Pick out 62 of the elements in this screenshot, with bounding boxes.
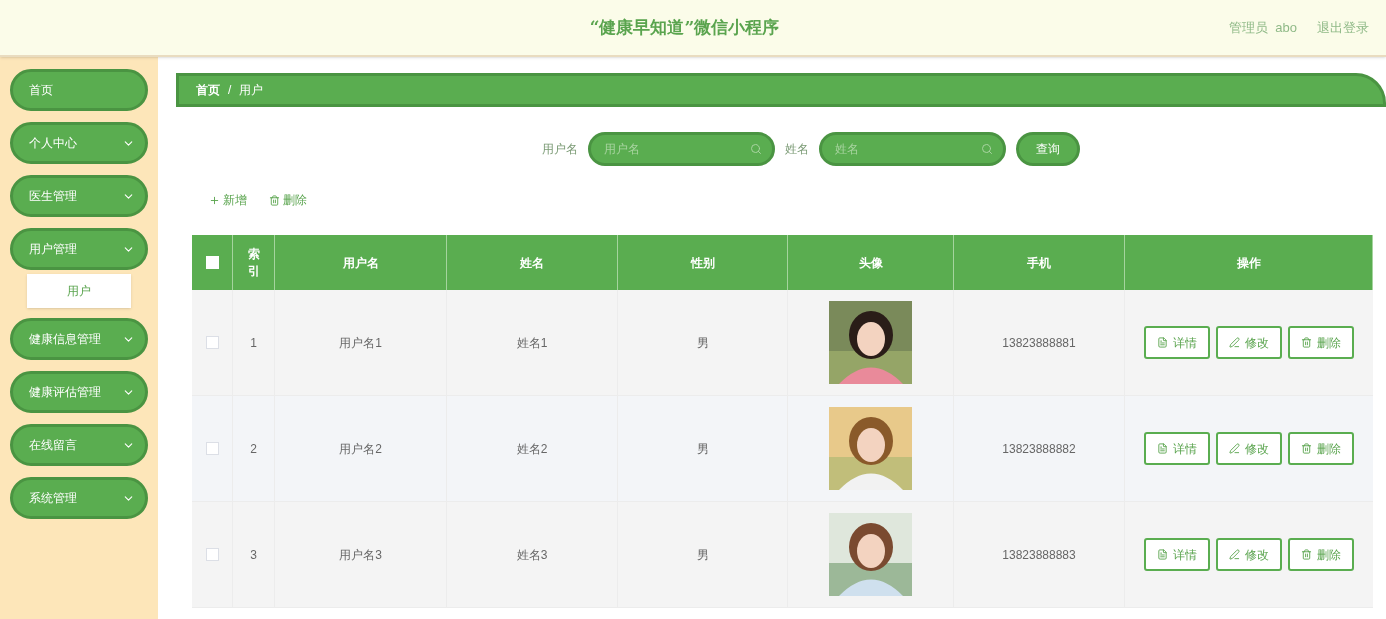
table-cell-text: 1 bbox=[250, 334, 257, 352]
plus-icon bbox=[209, 194, 220, 206]
table-cell-text: 13823888883 bbox=[1002, 546, 1076, 564]
search-icon bbox=[750, 143, 762, 155]
sidebar-item[interactable]: 在线留言 bbox=[10, 424, 148, 466]
breadcrumb-item[interactable]: 首页 bbox=[196, 81, 220, 99]
table-cell-text: 用户名3 bbox=[339, 546, 382, 564]
separator: / bbox=[228, 82, 232, 99]
detail-button[interactable]: 详情 bbox=[1144, 432, 1210, 465]
checkbox[interactable] bbox=[205, 548, 219, 561]
sidebar-item[interactable]: 医生管理 bbox=[10, 175, 148, 217]
delete-button[interactable]: 删除 bbox=[1288, 538, 1354, 571]
delete-button[interactable]: 删除 bbox=[269, 191, 307, 209]
search-icon bbox=[981, 143, 993, 155]
sidebar-item[interactable]: 个人中心 bbox=[10, 122, 148, 164]
table-cell-text: 姓名1 bbox=[516, 334, 548, 352]
field-label: 姓名 bbox=[785, 141, 809, 158]
trash-icon bbox=[1301, 443, 1312, 454]
table-cell-text: 男 bbox=[696, 546, 709, 564]
sidebar-item[interactable]: 首页 bbox=[10, 69, 148, 111]
trash-icon bbox=[1301, 549, 1312, 560]
trash-icon bbox=[1301, 337, 1312, 348]
sidebar-item[interactable]: 系统管理 bbox=[10, 477, 148, 519]
add-button[interactable]: 新增 bbox=[209, 191, 247, 209]
edit-button[interactable]: 修改 bbox=[1216, 432, 1282, 465]
sidebar-item[interactable]: 用户管理 bbox=[10, 228, 148, 270]
app-title: “健康早知道”微信小程序 bbox=[589, 15, 780, 39]
table-cell-text: 男 bbox=[696, 440, 709, 458]
logout-link[interactable]: 退出登录 bbox=[1317, 17, 1369, 38]
sidebar-item[interactable]: 健康信息管理 bbox=[10, 318, 148, 360]
query-button[interactable]: 查询 bbox=[1016, 132, 1080, 166]
table-cell-text: 13823888881 bbox=[1002, 334, 1076, 352]
document-icon bbox=[1157, 443, 1168, 454]
table-cell-text: 2 bbox=[250, 440, 257, 458]
search-field[interactable]: 用户名 bbox=[588, 132, 775, 166]
field-label: 用户名 bbox=[542, 141, 578, 158]
edit-button[interactable]: 修改 bbox=[1216, 538, 1282, 571]
table-cell-text: 姓名2 bbox=[516, 440, 548, 458]
checkbox[interactable] bbox=[205, 442, 219, 455]
table-cell-text: 用户名2 bbox=[339, 440, 382, 458]
table-cell-text: 3 bbox=[250, 546, 257, 564]
delete-button[interactable]: 删除 bbox=[1288, 326, 1354, 359]
pen-icon bbox=[1229, 549, 1240, 560]
table-cell-text: 男 bbox=[696, 334, 709, 352]
user-label: 管理员 abo bbox=[1228, 18, 1297, 37]
sidebar-item[interactable]: 健康评估管理 bbox=[10, 371, 148, 413]
document-icon bbox=[1157, 337, 1168, 348]
detail-button[interactable]: 详情 bbox=[1144, 326, 1210, 359]
search-field[interactable]: 姓名 bbox=[819, 132, 1006, 166]
trash-icon bbox=[269, 194, 280, 206]
submenu-item[interactable]: 用户 bbox=[27, 274, 131, 308]
detail-button[interactable]: 详情 bbox=[1144, 538, 1210, 571]
document-icon bbox=[1157, 549, 1168, 560]
table-cell-text: 姓名3 bbox=[516, 546, 548, 564]
breadcrumb-item: 用户 bbox=[239, 82, 264, 99]
pen-icon bbox=[1229, 337, 1240, 348]
table-cell-text: 13823888882 bbox=[1002, 440, 1076, 458]
table-cell-text: 用户名1 bbox=[339, 334, 382, 352]
checkbox[interactable] bbox=[205, 336, 219, 349]
delete-button[interactable]: 删除 bbox=[1288, 432, 1354, 465]
pen-icon bbox=[1229, 443, 1240, 454]
edit-button[interactable]: 修改 bbox=[1216, 326, 1282, 359]
